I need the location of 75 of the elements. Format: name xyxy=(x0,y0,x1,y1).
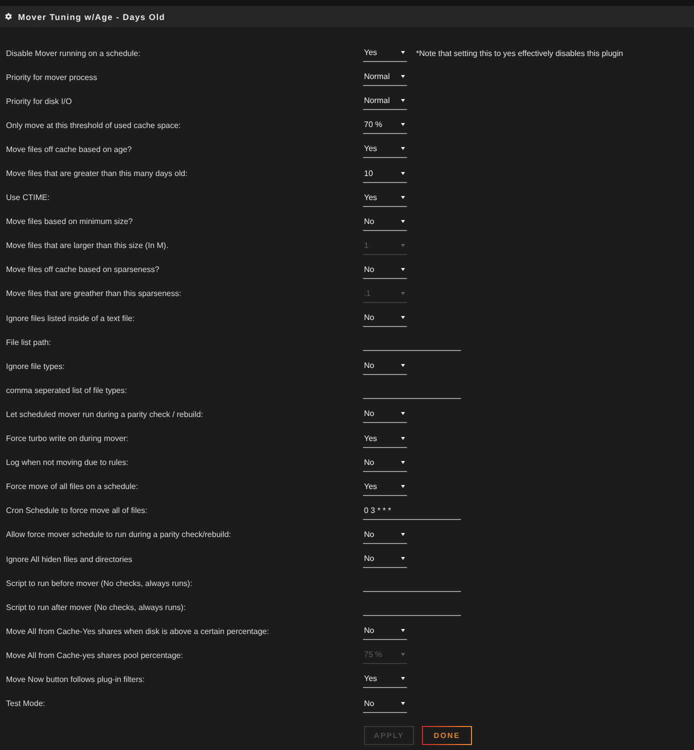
dropdown[interactable]: No xyxy=(363,357,407,376)
setting-label: Only move at this threshold of used cache space: xyxy=(6,120,181,130)
caret-icon xyxy=(401,653,405,656)
setting-label: Move files based on minimum size? xyxy=(6,217,133,226)
caret-icon xyxy=(401,99,405,102)
dropdown[interactable]: Yes xyxy=(363,670,407,688)
dropdown[interactable]: Yes xyxy=(363,478,407,496)
setting-label: Move All from Cache-yes shares pool percentage: xyxy=(6,650,183,660)
setting-label: Test Mode: xyxy=(6,699,46,708)
setting-label: Cron Schedule to force move all of files: xyxy=(6,506,148,516)
caret-icon xyxy=(401,629,405,632)
setting-label: Force move of all files on a schedule: xyxy=(6,482,138,492)
caret-icon xyxy=(401,244,405,247)
setting-label: Move files that are greater than this many days old: xyxy=(6,169,188,178)
text-field[interactable]: 0 3 * * * xyxy=(363,502,461,520)
dropdown[interactable]: No xyxy=(363,526,407,544)
dropdown[interactable]: Normal xyxy=(363,68,407,86)
setting-label: Priority for mover process xyxy=(6,72,98,82)
setting-label: Let scheduled mover run during a parity check / rebuild: xyxy=(6,410,203,419)
setting-label: Move files that are greather than this sparseness: xyxy=(6,289,182,298)
dropdown[interactable]: No xyxy=(363,309,407,328)
caret-icon xyxy=(401,220,405,223)
dropdown[interactable]: No xyxy=(363,622,407,640)
dropdown[interactable]: Yes xyxy=(363,430,407,448)
setting-label: Allow force mover schedule to run during a parity check/rebuild: xyxy=(6,530,231,540)
dropdown[interactable]: Yes xyxy=(363,188,407,207)
caret-icon xyxy=(401,196,405,199)
panel-title: Mover Tuning w/Age - Days Old xyxy=(18,12,166,22)
caret-icon xyxy=(401,677,405,680)
settings-icon xyxy=(5,13,12,20)
dropdown[interactable]: 10 xyxy=(363,164,407,183)
caret-icon xyxy=(401,268,405,271)
dropdown[interactable]: No xyxy=(363,550,407,568)
caret-icon xyxy=(401,702,405,705)
setting-label: Move files that are larger than this size (In M). xyxy=(6,241,168,250)
setting-label: Force turbo write on during mover: xyxy=(6,434,128,444)
dropdown[interactable]: Yes xyxy=(363,44,407,62)
caret-icon xyxy=(401,460,405,464)
caret-icon xyxy=(401,172,405,175)
caret-icon xyxy=(401,75,405,78)
caret-icon xyxy=(401,123,405,126)
setting-label: comma seperated list of file types: xyxy=(6,386,127,395)
caret-icon xyxy=(401,316,405,320)
dropdown[interactable]: Normal xyxy=(363,92,407,110)
caret-icon xyxy=(401,292,405,295)
setting-label: Ignore files listed inside of a text file: xyxy=(6,314,135,323)
setting-label: Move Now button follows plug-in filters: xyxy=(6,674,145,684)
setting-label: Priority for disk I/O xyxy=(6,96,72,106)
dropdown[interactable]: No xyxy=(363,260,407,279)
dropdown[interactable]: No xyxy=(363,212,407,231)
caret-icon xyxy=(401,147,405,150)
note-text: *Note that setting this to yes effectively disables this plugin xyxy=(416,48,624,58)
setting-label: Move files off cache based on age? xyxy=(6,144,132,154)
setting-label: Move All from Cache-Yes shares when disk is above a certain percentage: xyxy=(6,626,269,636)
setting-label: Disable Mover running on a schedule: xyxy=(6,48,140,58)
caret-icon xyxy=(401,484,405,488)
setting-label: Move files off cache based on sparseness? xyxy=(6,265,160,274)
caret-icon xyxy=(401,436,405,440)
setting-label: File list path: xyxy=(6,338,51,347)
dropdown[interactable]: 70 % xyxy=(363,116,407,134)
dropdown[interactable]: Yes xyxy=(363,140,407,158)
dropdown[interactable]: No xyxy=(363,405,407,424)
caret-icon xyxy=(401,412,405,416)
setting-label: Ignore All hiden files and directories xyxy=(6,554,132,564)
caret-icon xyxy=(401,51,405,54)
caret-icon xyxy=(401,557,405,560)
caret-icon xyxy=(401,532,405,536)
dropdown[interactable]: No xyxy=(363,454,407,472)
setting-label: Script to run before mover (No checks, always runs): xyxy=(6,578,192,588)
setting-label: Script to run after mover (No checks, always runs): xyxy=(6,602,186,612)
dropdown[interactable]: No xyxy=(363,694,407,713)
setting-label: Log when not moving due to rules: xyxy=(6,458,128,468)
caret-icon xyxy=(401,364,405,368)
setting-label: Ignore file types: xyxy=(6,362,65,371)
setting-label: Use CTIME: xyxy=(6,193,50,202)
